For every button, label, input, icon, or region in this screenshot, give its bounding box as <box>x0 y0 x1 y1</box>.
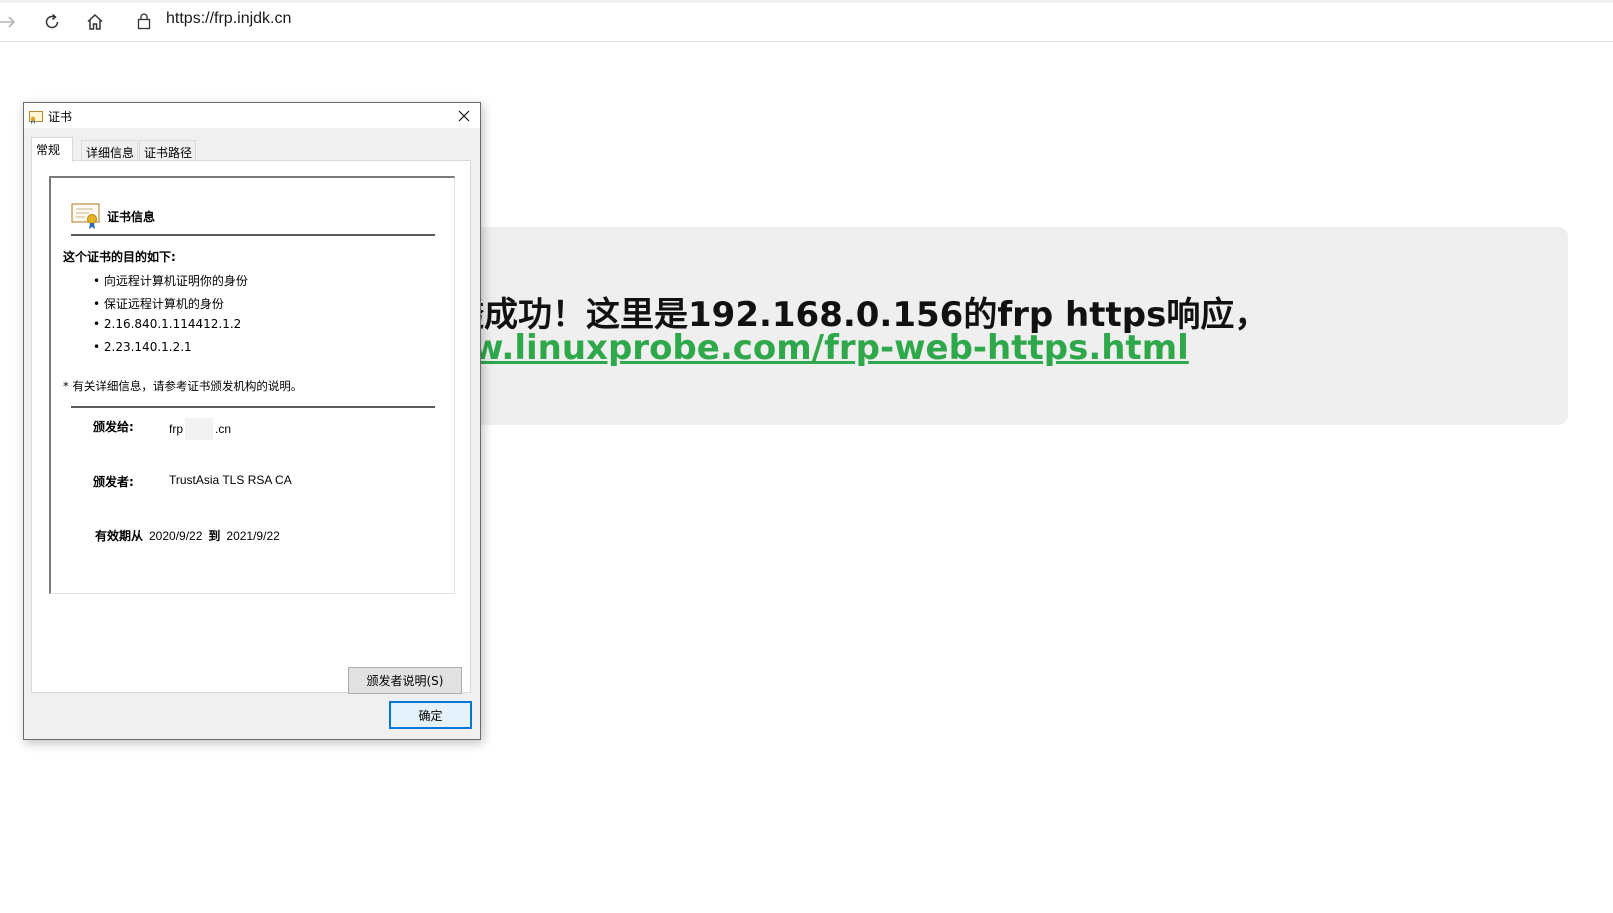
valid-from-date: 2020/9/22 <box>149 529 203 543</box>
validity-row: 2020/9/22 到 2021/9/22 <box>149 527 280 544</box>
browser-toolbar: https://frp.injdk.cn <box>0 0 1613 42</box>
home-button[interactable] <box>81 8 109 36</box>
purpose-item: • 2.23.140.1.2.1 <box>93 339 192 354</box>
body-divider <box>71 406 435 408</box>
tutorial-link[interactable]: vw.linuxprobe.com/frp-web-https.html <box>450 328 1189 368</box>
close-button[interactable] <box>454 106 474 126</box>
purpose-item: • 2.16.840.1.114412.1.2 <box>93 317 242 331</box>
ok-button[interactable]: 确定 <box>389 701 472 729</box>
close-icon <box>458 110 470 122</box>
certificate-dialog: 证书 常规 详细信息 证书路径 证书信息 这个证书的目的如下: • 向远程计算机… <box>23 102 481 740</box>
purpose-item: • 向远程计算机证明你的身份 <box>93 274 248 288</box>
purpose-title: 这个证书的目的如下: <box>63 250 176 264</box>
certificate-info-box: 证书信息 这个证书的目的如下: • 向远程计算机证明你的身份 • 保证远程计算机… <box>49 176 455 594</box>
details-note: * 有关详细信息，请参考证书颁发机构的说明。 <box>63 379 303 393</box>
certificate-icon <box>71 202 101 234</box>
issued-by-value: TrustAsia TLS RSA CA <box>169 473 292 487</box>
issued-to-suffix: .cn <box>215 422 232 436</box>
dialog-title: 证书 <box>48 110 73 124</box>
issued-to-prefix: frp <box>169 422 184 436</box>
valid-from-label: 有效期从 <box>95 529 144 543</box>
issued-to-value: frp .cn <box>169 418 231 440</box>
forward-arrow-icon <box>0 16 16 28</box>
purpose-list: • 向远程计算机证明你的身份 • 保证远程计算机的身份 • 2.16.840.1… <box>93 272 248 362</box>
issuer-statement-button[interactable]: 颁发者说明(S) <box>348 667 462 694</box>
redacted-block <box>185 418 214 440</box>
issued-to-label: 颁发给: <box>93 420 134 434</box>
dialog-titlebar[interactable]: 证书 <box>24 103 480 128</box>
certificate-small-icon <box>29 109 43 128</box>
tab-cert-path[interactable]: 证书路径 <box>139 140 196 161</box>
info-title: 证书信息 <box>107 210 156 224</box>
response-panel: 透成功！这里是192.168.0.156的frp https响应， vw.lin… <box>438 227 1568 425</box>
refresh-icon <box>45 13 59 29</box>
tab-general[interactable]: 常规 <box>31 137 73 162</box>
refresh-button[interactable] <box>38 8 66 36</box>
forward-button[interactable] <box>0 8 22 36</box>
address-bar[interactable]: https://frp.injdk.cn <box>126 6 1606 36</box>
url-text: https://frp.injdk.cn <box>166 10 292 27</box>
valid-to-label: 到 <box>208 529 221 543</box>
lock-icon[interactable] <box>136 12 152 34</box>
issued-by-label: 颁发者: <box>93 475 134 489</box>
purpose-item: • 保证远程计算机的身份 <box>93 296 224 311</box>
tab-details[interactable]: 详细信息 <box>81 140 138 161</box>
general-tab-panel: 证书信息 这个证书的目的如下: • 向远程计算机证明你的身份 • 保证远程计算机… <box>31 160 471 694</box>
valid-to-date: 2021/9/22 <box>226 529 280 543</box>
home-icon <box>87 13 103 30</box>
header-divider <box>71 234 435 236</box>
tab-strip-edge <box>0 0 1613 3</box>
